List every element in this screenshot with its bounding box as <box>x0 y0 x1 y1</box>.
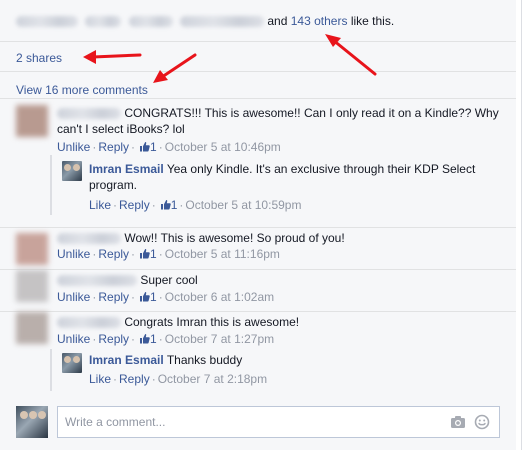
arrow-annotation <box>153 53 197 83</box>
arrow-annotation <box>83 50 142 64</box>
arrow-annotation <box>325 34 377 76</box>
annotation-arrows <box>83 34 377 83</box>
comments-panel: and 143 others like this. 2 shares View … <box>0 0 522 450</box>
